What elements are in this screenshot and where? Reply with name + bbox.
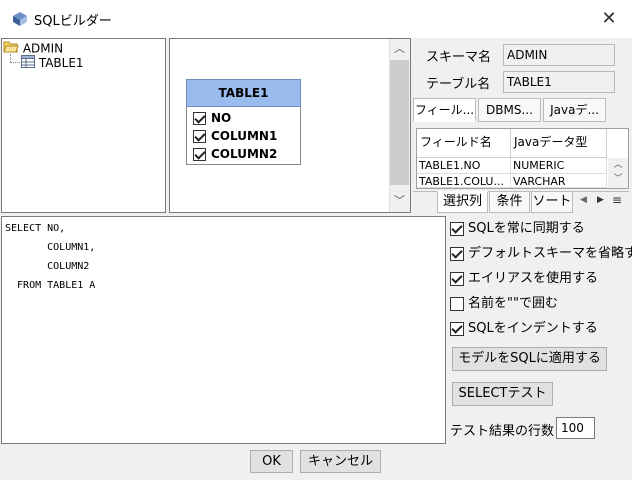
grid-cell[interactable]: TABLE1.NO xyxy=(417,158,511,174)
column-label: COLUMN1 xyxy=(211,129,278,143)
select-test-button[interactable]: SELECTテスト xyxy=(452,382,553,406)
tree-item-table1-label: TABLE1 xyxy=(38,56,84,70)
schema-field: ADMIN xyxy=(503,44,615,66)
option-checkbox[interactable] xyxy=(450,221,464,236)
option-checkbox[interactable] xyxy=(450,246,464,261)
option-quote-names[interactable]: 名前を""で囲む xyxy=(450,293,630,315)
option-omit-schema[interactable]: デフォルトスキーマを省略する xyxy=(450,243,632,265)
grid-scroll-down[interactable]: ﹀ xyxy=(608,172,628,186)
tree-connector xyxy=(10,54,11,62)
tab-conditions[interactable]: 条件 xyxy=(489,191,530,213)
apply-model-button[interactable]: モデルをSQLに適用する xyxy=(452,347,607,371)
result-rows-input[interactable]: 100 xyxy=(556,417,595,439)
option-label: SQLを常に同期する xyxy=(468,221,585,236)
table-icon xyxy=(21,55,35,71)
table-label: テーブル名 xyxy=(426,77,491,92)
tab-java[interactable]: Javaデ... xyxy=(543,98,606,122)
folder-open-icon xyxy=(3,40,19,57)
column-checkbox[interactable] xyxy=(193,148,206,161)
option-label: エイリアスを使用する xyxy=(468,271,599,286)
option-label: SQLをインデントする xyxy=(468,321,598,336)
options-list: SQLを常に同期する デフォルトスキーマを省略する エイリアスを使用する 名前を… xyxy=(450,218,632,340)
column-label: NO xyxy=(211,111,232,125)
ok-button[interactable]: OK xyxy=(250,450,293,473)
tab-selected-columns[interactable]: 選択列 xyxy=(437,191,488,213)
grid-cell[interactable]: NUMERIC xyxy=(511,158,607,174)
tree-item-admin-label: ADMIN xyxy=(22,41,64,56)
tree-connector-h xyxy=(10,62,20,63)
option-label: デフォルトスキーマを省略する xyxy=(468,246,632,261)
grid-header-javatype[interactable]: Javaデータ型 xyxy=(511,129,607,158)
column-checkbox[interactable] xyxy=(193,130,206,143)
tree-item-table1[interactable]: TABLE1 xyxy=(21,55,84,71)
app-icon xyxy=(12,11,28,27)
scroll-thumb[interactable] xyxy=(390,60,409,185)
tab-fields[interactable]: フィール... xyxy=(413,98,476,122)
tab-sort[interactable]: ソート xyxy=(531,191,573,213)
tab-next-icon[interactable]: ▶ xyxy=(597,195,604,205)
entity-column-column2[interactable]: COLUMN2 xyxy=(187,145,300,163)
column-checkbox[interactable] xyxy=(193,112,206,125)
grid-header-field[interactable]: フィールド名 xyxy=(417,129,511,158)
option-checkbox[interactable] xyxy=(450,271,464,286)
tab-dbms[interactable]: DBMS... xyxy=(478,98,541,122)
window-title: SQLビルダー xyxy=(34,14,112,29)
schema-label: スキーマ名 xyxy=(426,50,492,65)
grid-cell[interactable]: VARCHAR xyxy=(511,174,607,188)
grid-cell[interactable]: TABLE1.COLU... xyxy=(417,174,511,188)
cancel-button[interactable]: キャンセル xyxy=(300,450,381,473)
entity-header[interactable]: TABLE1 xyxy=(186,79,301,107)
entity-body: NO COLUMN1 COLUMN2 xyxy=(186,107,301,165)
tab-menu-icon[interactable]: ≡ xyxy=(612,193,622,207)
scroll-down-button[interactable]: ﹀ xyxy=(389,192,410,210)
result-rows-label: テスト結果の行数 xyxy=(450,424,555,439)
column-label: COLUMN2 xyxy=(211,147,278,161)
grid-scroll-up[interactable]: ︿ xyxy=(608,158,628,172)
entity-column-no[interactable]: NO xyxy=(187,109,300,127)
close-button[interactable]: ✕ xyxy=(594,4,624,34)
sql-editor[interactable]: SELECT NO, COLUMN1, COLUMN2 FROM TABLE1 … xyxy=(1,216,446,444)
option-indent-sql[interactable]: SQLをインデントする xyxy=(450,318,630,340)
option-sync-sql[interactable]: SQLを常に同期する xyxy=(450,218,630,240)
option-label: 名前を""で囲む xyxy=(468,296,558,311)
tab-prev-icon[interactable]: ◀ xyxy=(580,195,587,205)
table-field: TABLE1 xyxy=(503,71,615,93)
grid-scrollbar[interactable]: ︿ ﹀ xyxy=(608,158,628,188)
scroll-up-button[interactable]: ︿ xyxy=(389,40,410,58)
entity-column-column1[interactable]: COLUMN1 xyxy=(187,127,300,145)
option-use-alias[interactable]: エイリアスを使用する xyxy=(450,268,630,290)
option-checkbox[interactable] xyxy=(450,321,464,336)
option-checkbox[interactable] xyxy=(450,296,464,311)
